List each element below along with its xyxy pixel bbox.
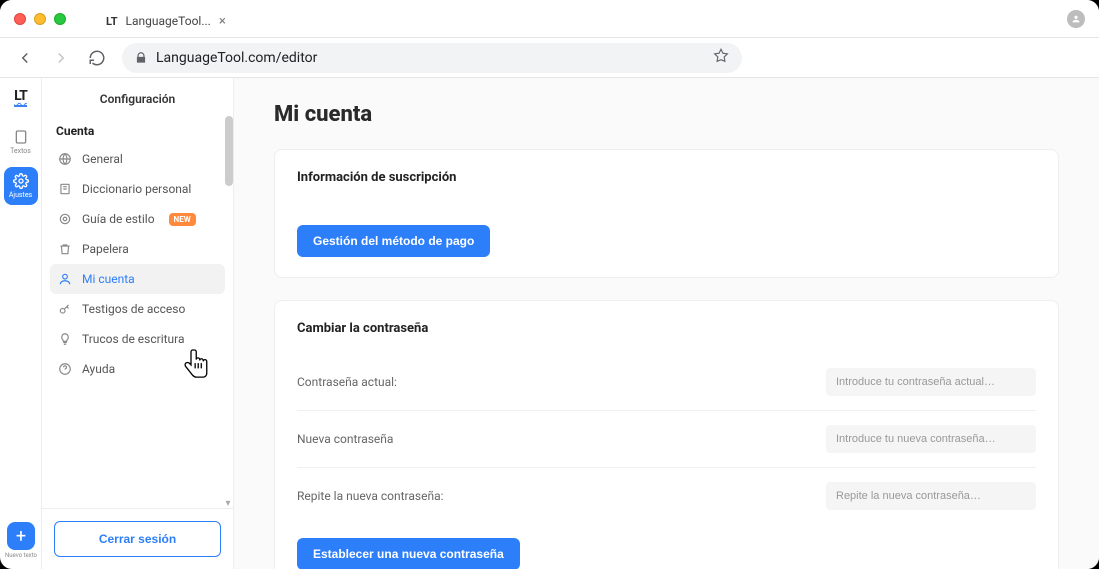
globe-icon (58, 152, 72, 166)
new-password-input[interactable] (826, 425, 1036, 453)
repeat-password-input[interactable] (826, 482, 1036, 510)
window-close-button[interactable] (14, 13, 26, 25)
sidebar-item-dictionary[interactable]: Diccionario personal (50, 174, 225, 204)
rail-item-settings[interactable]: Ajustes (4, 167, 38, 205)
profile-avatar-button[interactable] (1067, 10, 1085, 28)
password-title: Cambiar la contraseña (297, 321, 1036, 336)
address-bar[interactable]: LanguageTool.com/editor (122, 43, 742, 73)
target-icon (58, 212, 72, 226)
subscription-card: Información de suscripción Gestión del m… (274, 149, 1059, 278)
rail-label-texts: Textos (10, 147, 31, 155)
sidebar-item-label: Trucos de escritura (82, 332, 185, 346)
repeat-password-label: Repite la nueva contraseña: (297, 489, 444, 503)
sidebar-title: Configuración (42, 78, 233, 116)
sidebar-item-label: Testigos de acceso (82, 302, 185, 316)
current-password-label: Contraseña actual: (297, 375, 397, 389)
sidebar-item-label: Mi cuenta (82, 272, 135, 286)
trash-icon (58, 242, 72, 256)
new-text-label: Nuevo texto (5, 552, 37, 559)
app-rail: LT Textos Ajustes + Nuevo texto (0, 78, 42, 569)
sidebar-item-label: Papelera (82, 242, 129, 256)
password-card: Cambiar la contraseña Contraseña actual:… (274, 300, 1059, 569)
manage-payment-button[interactable]: Gestión del método de pago (297, 225, 490, 257)
bookmark-star-icon[interactable] (712, 47, 730, 69)
app-logo[interactable]: LT (14, 88, 27, 107)
tab-title: LanguageTool... (126, 14, 211, 28)
forward-button[interactable] (46, 43, 76, 73)
help-icon (58, 362, 72, 376)
user-icon (58, 272, 72, 286)
lock-icon (134, 51, 148, 65)
sidebar-item-writing-tips[interactable]: Trucos de escritura (50, 324, 225, 354)
subscription-title: Información de suscripción (297, 170, 1036, 185)
sidebar-item-label: Ayuda (82, 362, 115, 376)
tab-close-button[interactable]: × (219, 14, 226, 29)
page-title: Mi cuenta (274, 102, 1059, 127)
sidebar-item-label: General (82, 152, 123, 166)
settings-sidebar: Configuración Cuenta General Diccionario… (42, 78, 234, 569)
sidebar-item-label: Guía de estilo (82, 212, 155, 226)
sidebar-item-trash[interactable]: Papelera (50, 234, 225, 264)
window-titlebar: LT LanguageTool... × (0, 0, 1099, 38)
main-panel: Mi cuenta Información de suscripción Ges… (234, 78, 1099, 569)
rail-label-settings: Ajustes (9, 191, 32, 199)
current-password-input[interactable] (826, 368, 1036, 396)
sidebar-item-access-tokens[interactable]: Testigos de acceso (50, 294, 225, 324)
sidebar-item-label: Diccionario personal (82, 182, 191, 196)
sidebar-item-help[interactable]: Ayuda (50, 354, 225, 384)
reload-button[interactable] (82, 43, 112, 73)
url-text: LanguageTool.com/editor (156, 50, 704, 66)
new-text-button[interactable]: + (7, 522, 35, 550)
new-password-label: Nueva contraseña (297, 432, 393, 446)
tab-favicon: LT (106, 15, 118, 28)
scrollbar-thumb[interactable] (225, 116, 233, 186)
back-button[interactable] (10, 43, 40, 73)
new-badge: NEW (169, 213, 196, 226)
browser-toolbar: LanguageTool.com/editor (0, 38, 1099, 78)
book-icon (58, 182, 72, 196)
set-password-button[interactable]: Establecer una nueva contraseña (297, 538, 520, 569)
sidebar-item-general[interactable]: General (50, 144, 225, 174)
sidebar-item-my-account[interactable]: Mi cuenta (50, 264, 225, 294)
window-minimize-button[interactable] (34, 13, 46, 25)
window-maximize-button[interactable] (54, 13, 66, 25)
sidebar-item-style-guide[interactable]: Guía de estilo NEW (50, 204, 225, 234)
logout-button[interactable]: Cerrar sesión (54, 521, 221, 557)
lightbulb-icon (58, 332, 72, 346)
sidebar-group-account: Cuenta (50, 116, 225, 144)
key-icon (58, 302, 72, 316)
rail-item-texts[interactable]: Textos (4, 123, 38, 161)
browser-tab[interactable]: LT LanguageTool... × (94, 5, 238, 37)
scrollbar-arrow-down-icon[interactable]: ▾ (223, 497, 233, 509)
